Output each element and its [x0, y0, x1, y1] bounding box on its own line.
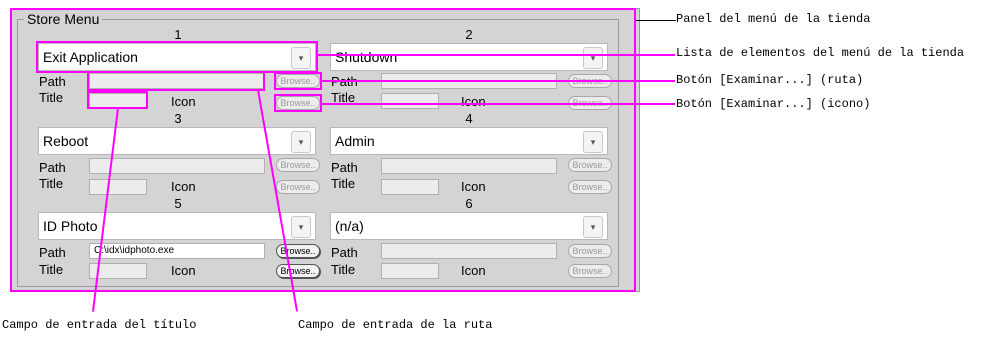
callout-line	[318, 54, 675, 56]
path-field-highlight	[87, 71, 265, 91]
title-field-highlight	[87, 91, 148, 109]
annotation-browse-icon: Botón [Examinar...] (icono)	[676, 97, 871, 111]
callout-line	[322, 103, 675, 105]
callout-line	[636, 20, 676, 21]
annotation-panel: Panel del menú de la tienda	[676, 12, 871, 26]
callout-line	[322, 80, 675, 82]
annotation-list: Lista de elementos del menú de la tienda	[676, 46, 965, 60]
annotation-path-field: Campo de entrada de la ruta	[298, 318, 493, 332]
browse-path-highlight	[274, 72, 322, 90]
annotation-browse-path: Botón [Examinar...] (ruta)	[676, 73, 864, 87]
list-highlight	[36, 41, 318, 73]
browse-icon-highlight	[274, 94, 322, 112]
annotation-title-field: Campo de entrada del título	[2, 318, 197, 332]
